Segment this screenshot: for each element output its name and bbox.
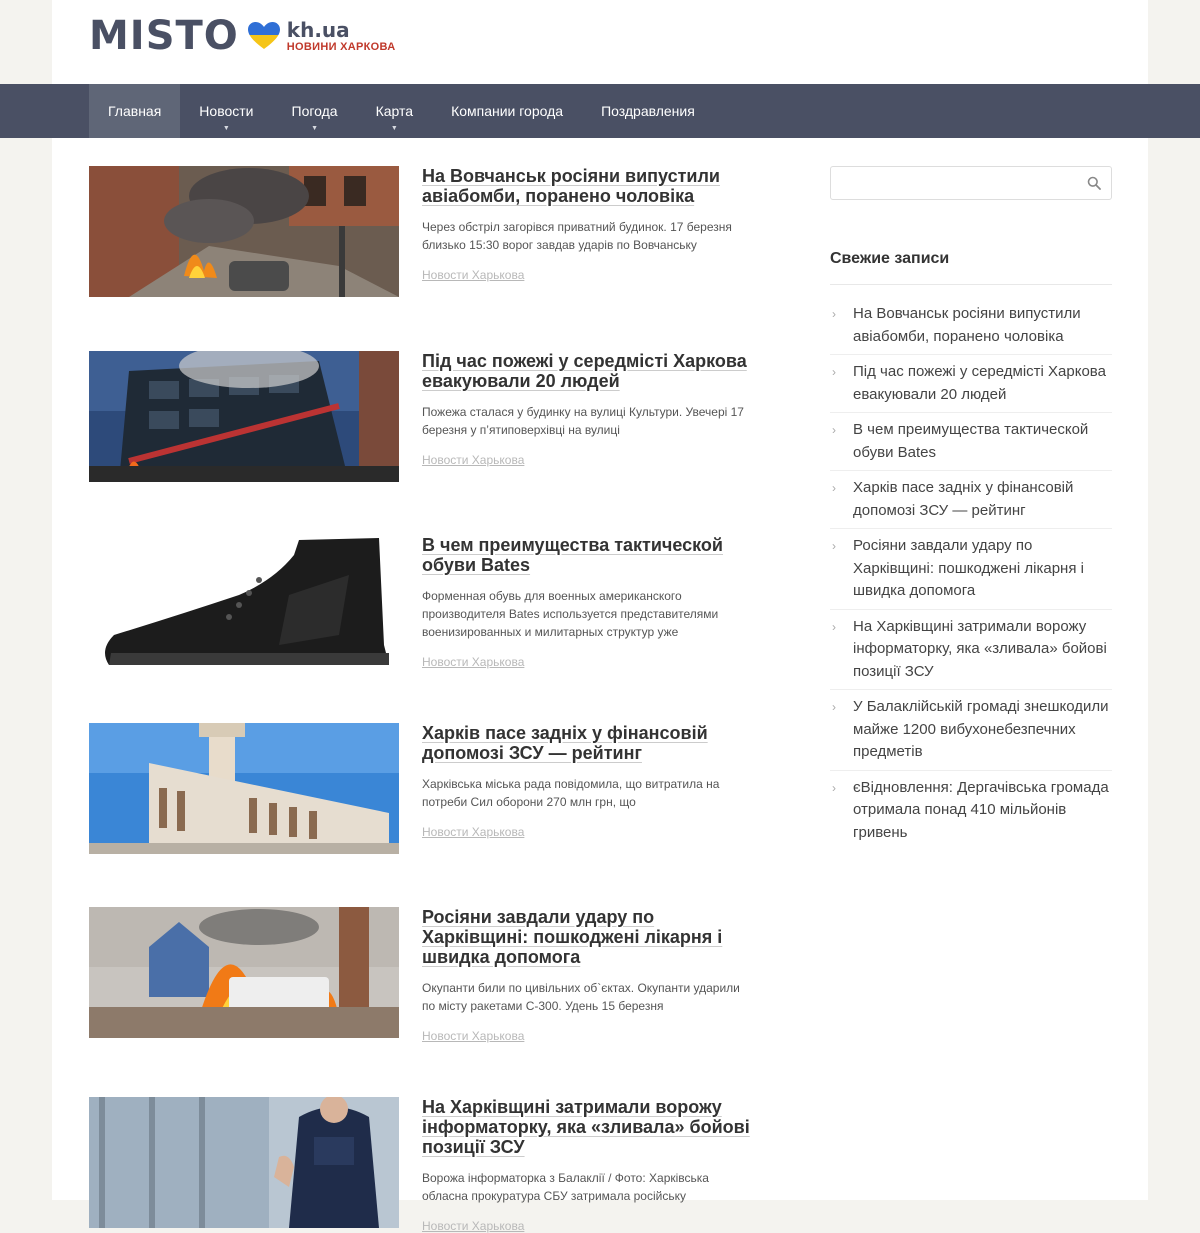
nav-item-0[interactable]: Главная (89, 84, 181, 138)
chevron-right-icon: › (832, 423, 836, 437)
article-title-link[interactable]: Харків пасе задніх у фінансовій допомозі… (422, 723, 752, 763)
article-body: Росіяни завдали удару по Харківщині: пош… (422, 907, 752, 1043)
article-category-link[interactable]: Новости Харькова (422, 1029, 752, 1043)
article-card: На Харківщині затримали ворожу інформато… (89, 1097, 750, 1233)
search-icon[interactable] (1087, 176, 1101, 190)
recent-post-link[interactable]: На Харківщині затримали ворожу інформато… (853, 618, 1107, 680)
article-category-link[interactable]: Новости Харькова (422, 825, 752, 839)
recent-post-item[interactable]: › У Балаклійській громаді знешкодили майж… (830, 690, 1112, 771)
article-thumbnail[interactable] (89, 535, 399, 666)
article-card: На Вовчанськ росіяни випустили авіабомби… (89, 166, 749, 297)
recent-post-link[interactable]: На Вовчанськ росіяни випустили авіабомби… (853, 305, 1081, 345)
main-nav: Главная Новости ▼ Погода ▼ Карта ▼ Компании гор… (0, 84, 1200, 138)
recent-posts-list: › На Вовчанськ росіяни випустили авіабомб… (830, 297, 1112, 850)
logo-domain: kh.ua (286, 17, 350, 42)
article-title-link[interactable]: Росіяни завдали удару по Харківщині: пош… (422, 907, 752, 967)
recent-post-item[interactable]: › На Вовчанськ росіяни випустили авіабомб… (830, 297, 1112, 355)
chevron-right-icon: › (832, 539, 836, 553)
recent-post-link[interactable]: Росіяни завдали удару по Харківщині: пош… (853, 537, 1084, 599)
thumbnail-image (89, 907, 399, 1038)
article-title-link[interactable]: На Вовчанськ росіяни випустили авіабомби… (422, 166, 752, 206)
caret-down-icon: ▼ (222, 125, 230, 132)
article-body: На Харківщині затримали ворожу інформато… (422, 1097, 752, 1233)
thumbnail-image (89, 723, 399, 854)
logo-tagline: НОВИНИ ХАРКОВА (286, 40, 396, 53)
chevron-right-icon: › (832, 700, 836, 714)
chevron-right-icon: › (832, 481, 836, 495)
article-category-link[interactable]: Новости Харькова (422, 453, 752, 467)
article-body: Харків пасе задніх у фінансовій допомозі… (422, 723, 752, 839)
page-container: MISTO kh.ua НОВИНИ ХАРКОВА На Вовчанськ … (52, 0, 1148, 1233)
article-thumbnail[interactable] (89, 166, 399, 297)
chevron-right-icon: › (832, 619, 836, 634)
recent-post-item[interactable]: › На Харківщині затримали ворожу інформат… (830, 610, 1112, 690)
thumbnail-image (89, 1097, 399, 1228)
search-input[interactable] (831, 167, 1071, 199)
nav-item-1[interactable]: Новости ▼ (180, 84, 272, 138)
chevron-right-icon: › (832, 365, 836, 379)
logo-text-block: kh.ua НОВИНИ ХАРКОВА (287, 20, 396, 53)
article-title-link[interactable]: В чем преимущества тактической обуви Bat… (422, 535, 752, 575)
nav-menu: Главная Новости ▼ Погода ▼ Карта ▼ Компании гор… (89, 84, 714, 138)
recent-post-item[interactable]: › Росіяни завдали удару по Харківщині: по… (830, 529, 1112, 610)
sidebar: Свежие записи › На Вовчанськ росіяни випу… (830, 166, 1112, 850)
nav-item-label: Поздравления (601, 103, 695, 119)
article-card: Під час пожежі у середмісті Харкова евак… (89, 351, 749, 482)
article-body: Під час пожежі у середмісті Харкова евак… (422, 351, 752, 467)
chevron-right-icon: › (832, 780, 836, 795)
site-logo[interactable]: MISTO kh.ua НОВИНИ ХАРКОВА (89, 14, 395, 58)
recent-post-link[interactable]: Під час пожежі у середмісті Харкова евак… (853, 363, 1106, 403)
nav-item-label: Новости (199, 103, 254, 119)
search-box (830, 166, 1112, 200)
recent-post-link[interactable]: В чем преимущества тактической обуви Bat… (853, 421, 1088, 461)
article-title-link[interactable]: Під час пожежі у середмісті Харкова евак… (422, 351, 752, 391)
chevron-right-icon: › (832, 307, 836, 321)
thumbnail-image (89, 535, 399, 666)
article-excerpt: Пожежа сталася у будинку на вулиці Культ… (422, 405, 744, 437)
nav-item-label: Главная (108, 103, 162, 119)
recent-post-link[interactable]: У Балаклійській громаді знешкодили майже… (853, 698, 1109, 760)
logo-wordmark: MISTO (89, 13, 239, 59)
article-excerpt: Форменная обувь для военных американског… (422, 589, 719, 639)
article-thumbnail[interactable] (89, 723, 399, 854)
nav-item-label: Компании города (451, 103, 564, 119)
nav-item-4[interactable]: Компании города (432, 84, 582, 138)
nav-item-5[interactable]: Поздравления (582, 84, 714, 138)
article-excerpt: Окупанти били по цивільних об`єктах. Оку… (422, 981, 740, 1013)
nav-item-3[interactable]: Карта ▼ (357, 84, 432, 138)
article-card: Харків пасе задніх у фінансовій допомозі… (89, 723, 749, 854)
article-excerpt: Харківська міська рада повідомила, що ви… (422, 777, 720, 809)
thumbnail-image (89, 166, 399, 297)
caret-down-icon: ▼ (390, 125, 398, 132)
article-excerpt: Через обстріл загорівся приватний будино… (422, 220, 732, 252)
nav-item-label: Погода (291, 103, 338, 119)
recent-post-item[interactable]: › Харків пасе задніх у фінансовій допомоз… (830, 471, 1112, 529)
caret-down-icon: ▼ (311, 125, 319, 132)
article-category-link[interactable]: Новости Харькова (422, 1219, 752, 1233)
recent-post-link[interactable]: Харків пасе задніх у фінансовій допомозі… (853, 479, 1073, 519)
recent-post-item[interactable]: › єВідновлення: Дергачівська громада отри… (830, 771, 1112, 851)
recent-post-item[interactable]: › Під час пожежі у середмісті Харкова ева… (830, 355, 1112, 413)
article-category-link[interactable]: Новости Харькова (422, 655, 752, 669)
article-thumbnail[interactable] (89, 351, 399, 482)
article-card: В чем преимущества тактической обуви Bat… (89, 535, 752, 669)
nav-item-label: Карта (375, 103, 414, 119)
article-category-link[interactable]: Новости Харькова (422, 268, 752, 282)
article-card: Росіяни завдали удару по Харківщині: пош… (89, 907, 749, 1043)
article-title-link[interactable]: На Харківщині затримали ворожу інформато… (422, 1097, 752, 1157)
article-body: На Вовчанськ росіяни випустили авіабомби… (422, 166, 752, 282)
recent-posts-title: Свежие записи (830, 250, 1112, 285)
recent-post-item[interactable]: › В чем преимущества тактической обуви Ba… (830, 413, 1112, 471)
site-header: MISTO kh.ua НОВИНИ ХАРКОВА (52, 0, 1148, 84)
ukraine-heart-icon (247, 22, 280, 49)
article-thumbnail[interactable] (89, 907, 399, 1038)
nav-item-2[interactable]: Погода ▼ (273, 84, 357, 138)
article-thumbnail[interactable] (89, 1097, 399, 1228)
thumbnail-image (89, 351, 399, 482)
recent-post-link[interactable]: єВідновлення: Дергачівська громада отрим… (853, 779, 1109, 841)
article-body: В чем преимущества тактической обуви Bat… (422, 535, 752, 669)
